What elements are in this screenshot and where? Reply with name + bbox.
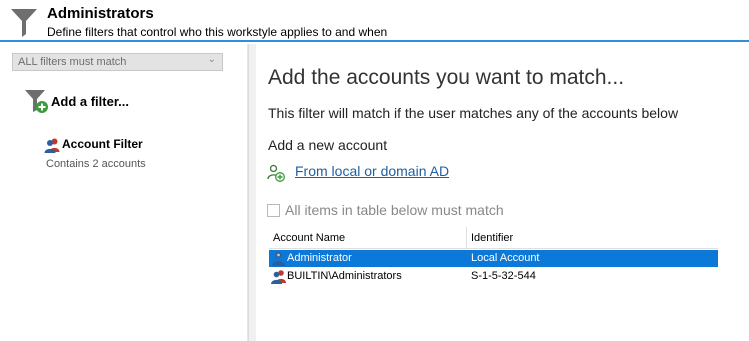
main-heading: Add the accounts you want to match... [268, 66, 625, 89]
account-name-cell: Administrator [287, 252, 352, 264]
column-header-account-name[interactable]: Account Name [273, 232, 345, 244]
pane-splitter[interactable] [248, 44, 256, 341]
from-ad-link-row[interactable]: From local or domain AD [267, 163, 487, 183]
account-filter-label: Account Filter [62, 137, 143, 151]
all-items-must-match-row[interactable]: All items in table below must match [267, 202, 547, 220]
chevron-down-icon: ⌄ [207, 54, 216, 65]
match-mode-value: ALL filters must match [18, 56, 127, 68]
account-filter-count: Contains 2 accounts [46, 158, 146, 170]
users-icon [44, 138, 60, 153]
add-filter-label: Add a filter... [51, 94, 130, 109]
sidebar: ALL filters must match ⌄ Add a filter...… [0, 44, 248, 341]
all-items-must-match-label: All items in table below must match [285, 202, 504, 218]
all-items-must-match-checkbox[interactable] [267, 204, 280, 217]
add-new-account-label: Add a new account [268, 137, 388, 153]
accounts-table: Account Name Identifier Administrator Lo… [269, 227, 718, 287]
account-name-cell: BUILTIN\Administrators [287, 270, 402, 282]
main-panel: Add the accounts you want to match... Th… [257, 44, 749, 341]
add-filter-button[interactable]: Add a filter... [24, 88, 174, 114]
users-icon [271, 270, 286, 284]
add-filter-icon [25, 90, 48, 113]
table-row[interactable]: BUILTIN\Administrators S-1-5-32-544 [269, 268, 718, 285]
table-row[interactable]: Administrator Local Account [269, 250, 718, 267]
user-icon [272, 252, 285, 266]
main-description: This filter will match if the user match… [268, 105, 679, 121]
page-subtitle: Define filters that control who this wor… [47, 25, 388, 39]
table-header: Account Name Identifier [269, 227, 718, 249]
funnel-icon [11, 9, 37, 37]
column-separator[interactable] [466, 227, 467, 249]
identifier-cell: Local Account [471, 252, 540, 264]
sidebar-item-account-filter[interactable]: Account Filter Contains 2 accounts [44, 136, 224, 172]
add-user-icon [267, 164, 285, 182]
match-mode-select[interactable]: ALL filters must match ⌄ [12, 53, 223, 71]
from-local-or-domain-ad-link[interactable]: From local or domain AD [295, 163, 449, 179]
column-header-identifier[interactable]: Identifier [471, 232, 513, 244]
page-title: Administrators [47, 5, 154, 22]
identifier-cell: S-1-5-32-544 [471, 270, 536, 282]
header: Administrators Define filters that contr… [0, 0, 749, 42]
